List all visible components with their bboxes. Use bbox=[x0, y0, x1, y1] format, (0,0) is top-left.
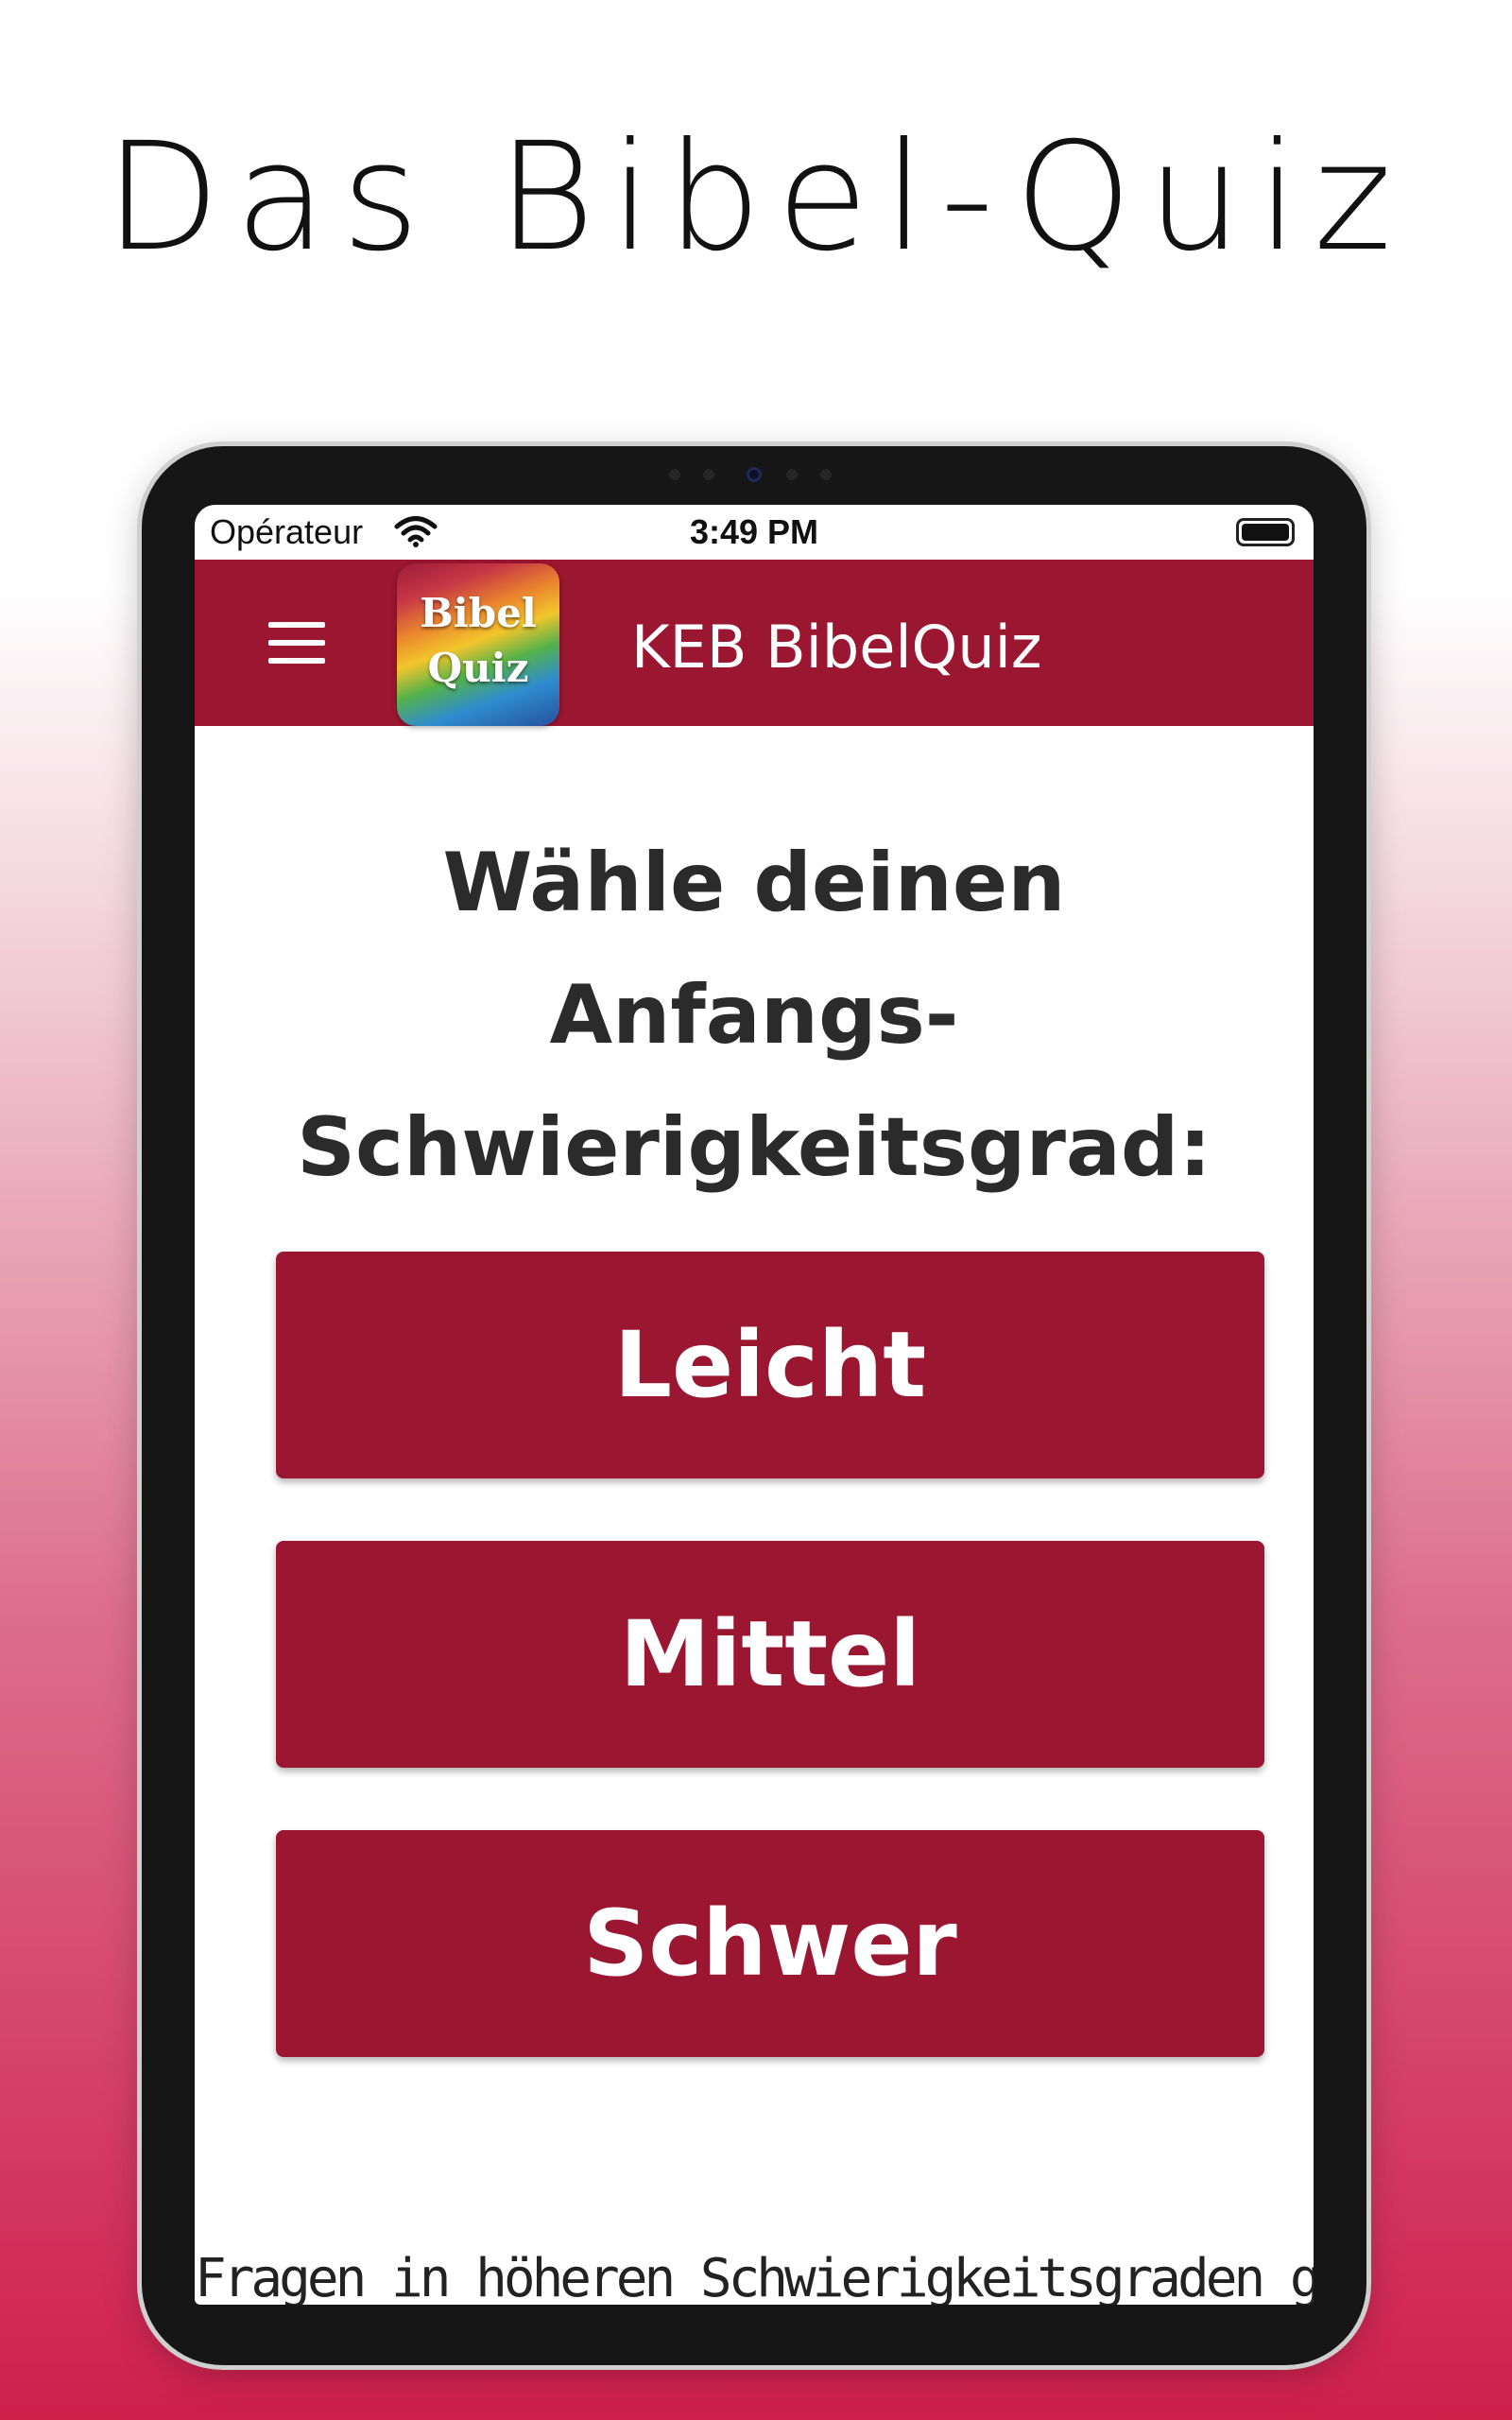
battery-icon bbox=[1236, 518, 1295, 546]
status-bar: Opérateur 3:49 PM bbox=[195, 505, 1314, 560]
app-title: KEB BibelQuiz bbox=[631, 613, 1042, 682]
promo-title: Das Bibel-Quiz bbox=[105, 111, 1407, 285]
sensor-dot bbox=[786, 469, 798, 480]
difficulty-heading: Wähle deinen Anfangs- Schwierigkeitsgrad… bbox=[232, 817, 1276, 1214]
heading-line: Schwierigkeitsgrad: bbox=[297, 1100, 1211, 1195]
app-screen: Opérateur 3:49 PM Bibel Quiz KEB BibelQu… bbox=[195, 505, 1314, 2305]
camera-bar bbox=[660, 463, 849, 486]
tablet-frame: Opérateur 3:49 PM Bibel Quiz KEB BibelQu… bbox=[142, 446, 1366, 2365]
heading-line: Anfangs- bbox=[549, 968, 959, 1063]
heading-line: Wähle deinen bbox=[442, 836, 1066, 930]
medium-button[interactable]: Mittel bbox=[276, 1541, 1264, 1768]
sensor-dot bbox=[820, 469, 832, 480]
battery-level bbox=[1242, 524, 1289, 541]
hard-button[interactable]: Schwer bbox=[276, 1830, 1264, 2057]
app-bar: Bibel Quiz KEB BibelQuiz bbox=[195, 560, 1314, 726]
status-clock: 3:49 PM bbox=[689, 512, 819, 551]
app-logo: Bibel Quiz bbox=[397, 563, 559, 726]
logo-text-bibel: Bibel bbox=[420, 590, 537, 636]
hamburger-menu-icon[interactable] bbox=[268, 622, 325, 664]
logo-text-quiz: Quiz bbox=[427, 645, 529, 691]
info-text: Fragen in höheren Schwierigkeitsgraden g… bbox=[195, 2248, 1314, 2305]
sensor-dot bbox=[669, 469, 680, 480]
camera-lens-icon bbox=[747, 467, 762, 482]
sensor-dot bbox=[703, 469, 714, 480]
easy-button[interactable]: Leicht bbox=[276, 1252, 1264, 1478]
